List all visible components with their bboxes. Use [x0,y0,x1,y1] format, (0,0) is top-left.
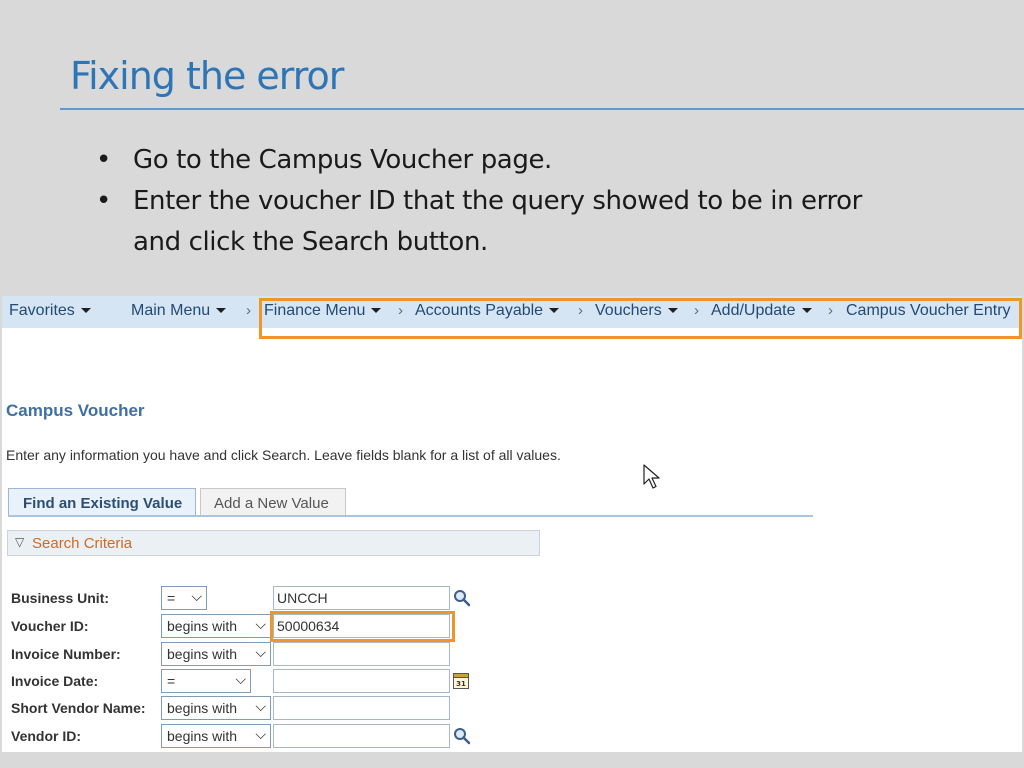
operator-value: = [167,590,176,606]
operator-value: begins with [167,646,238,662]
caret-down-icon [80,308,91,314]
field-row-business-unit: Business Unit: = ⌵ UNCCH [2,586,522,610]
operator-select[interactable]: begins with ⌵ [161,614,271,638]
breadcrumb-separator: › [694,302,699,319]
business-unit-input[interactable]: UNCCH [273,586,450,610]
bullet-text: Go to the Campus Voucher page. [133,145,552,175]
field-label: Voucher ID: [11,618,89,634]
favorites-label: Favorites [9,302,75,319]
navigation-bar: Favorites Main Menu › Finance Menu › Acc… [2,296,1022,328]
field-label: Invoice Date: [11,673,99,689]
operator-select[interactable]: begins with ⌵ [161,724,271,748]
lookup-icon[interactable] [453,589,471,607]
breadcrumb-separator: › [246,302,251,319]
chevron-down-icon: ⌵ [255,698,266,714]
operator-value: begins with [167,618,238,634]
operator-value: = [167,673,176,689]
operator-value: begins with [167,728,238,744]
operator-select[interactable]: begins with ⌵ [161,642,271,666]
caret-down-icon [549,308,560,314]
breadcrumb-separator: › [578,302,583,319]
chevron-down-icon: ⌵ [255,726,266,742]
main-menu-label: Main Menu [131,302,211,319]
breadcrumb-label: Accounts Payable [415,302,544,319]
caret-down-icon [371,308,382,314]
tab-add-new-value[interactable]: Add a New Value [200,488,346,516]
breadcrumb-separator: › [828,302,833,319]
slide-title: Fixing the error [70,54,344,98]
invoice-date-input[interactable] [273,669,450,693]
invoice-number-input[interactable] [273,642,450,666]
search-criteria-label: Search Criteria [32,535,133,552]
breadcrumb-label: Vouchers [595,302,662,319]
bullet-item: • Enter the voucher ID that the query sh… [96,181,893,263]
operator-value: begins with [167,700,238,716]
bullet-glyph: • [96,145,111,175]
lookup-icon[interactable] [453,727,471,745]
caret-down-icon [667,308,678,314]
bullet-item: • Go to the Campus Voucher page. [96,140,893,181]
title-divider [60,108,1024,110]
svg-text:31: 31 [456,680,466,688]
field-row-short-vendor-name: Short Vendor Name: begins with ⌵ [2,696,522,720]
bullet-glyph: • [96,186,111,216]
collapse-triangle-icon: ▽ [15,535,25,549]
short-vendor-name-input[interactable] [273,696,450,720]
breadcrumb-finance-menu[interactable]: Finance Menu [264,302,382,320]
favorites-menu[interactable]: Favorites [9,302,91,320]
field-label: Vendor ID: [11,728,82,744]
caret-down-icon [801,308,812,314]
operator-select[interactable]: = ⌵ [161,669,251,693]
field-label: Short Vendor Name: [11,700,146,716]
operator-select[interactable]: = ⌵ [161,586,207,610]
breadcrumb-label: Add/Update [711,302,796,319]
page-title: Campus Voucher [6,401,145,420]
vendor-id-input[interactable] [273,724,450,748]
tab-find-existing-value[interactable]: Find an Existing Value [8,488,196,516]
search-criteria-header[interactable]: ▽ Search Criteria [7,530,540,556]
field-row-invoice-number: Invoice Number: begins with ⌵ [2,642,522,666]
bullet-text: Enter the voucher ID that the query show… [133,186,862,257]
breadcrumb-add-update[interactable]: Add/Update [711,302,812,320]
breadcrumb-vouchers[interactable]: Vouchers [595,302,678,320]
field-row-vendor-id: Vendor ID: begins with ⌵ [2,724,522,748]
breadcrumb-campus-voucher-entry[interactable]: Campus Voucher Entry [846,302,1011,320]
field-label: Business Unit: [11,590,110,606]
chevron-down-icon: ⌵ [191,588,202,604]
calendar-icon[interactable]: 31 [453,672,469,689]
field-row-voucher-id: Voucher ID: begins with ⌵ 50000634 [2,614,522,638]
main-menu[interactable]: Main Menu [131,302,227,320]
tab-divider [8,515,813,517]
breadcrumb-accounts-payable[interactable]: Accounts Payable [415,302,560,320]
operator-select[interactable]: begins with ⌵ [161,696,271,720]
page-instructions: Enter any information you have and click… [6,447,561,463]
breadcrumb-label: Campus Voucher Entry [846,302,1011,319]
field-label: Invoice Number: [11,646,121,662]
caret-down-icon [216,308,227,314]
chevron-down-icon: ⌵ [255,644,266,660]
field-row-invoice-date: Invoice Date: = ⌵ 31 [2,669,522,693]
voucher-id-input[interactable]: 50000634 [273,614,450,638]
breadcrumb-label: Finance Menu [264,302,366,319]
chevron-down-icon: ⌵ [255,616,266,632]
mouse-cursor-icon [643,464,660,489]
chevron-down-icon: ⌵ [235,671,246,687]
bullet-list: • Go to the Campus Voucher page. • Enter… [96,140,893,263]
app-screenshot: Favorites Main Menu › Finance Menu › Acc… [2,296,1022,752]
breadcrumb-separator: › [398,302,403,319]
